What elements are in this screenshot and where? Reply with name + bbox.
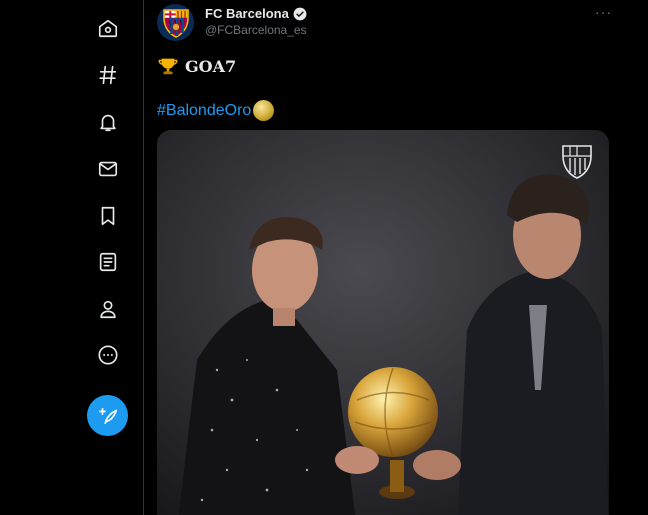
hashtag-link[interactable]: #BalondeOro: [157, 102, 251, 120]
nav-bookmarks-button[interactable]: [86, 194, 130, 238]
tweet-text-line2: #BalondeOro: [157, 100, 275, 121]
ballon-dor-ceremony-photo: [157, 130, 609, 515]
compose-tweet-button[interactable]: [87, 395, 128, 436]
author-name[interactable]: FC Barcelona: [205, 6, 289, 21]
author-row: FC Barcelona: [205, 6, 307, 21]
fcb-crest-icon: [162, 8, 189, 38]
profile-icon: [100, 300, 116, 319]
trophy-icon: [158, 58, 178, 75]
bookmark-icon: [101, 206, 115, 226]
nav-lists-button[interactable]: [86, 240, 130, 284]
tweet-media-image[interactable]: [157, 130, 609, 515]
tweet[interactable]: FC Barcelona @FCBarcelona_es ··· GOA7 #B…: [144, 0, 626, 515]
tweet-text-line1: GOA7: [157, 55, 236, 77]
nav-more-button[interactable]: [86, 333, 130, 377]
sidebar-nav: [0, 0, 143, 515]
hashtag-icon: [99, 65, 117, 85]
nav-notifications-button[interactable]: [86, 100, 130, 144]
author-handle[interactable]: @FCBarcelona_es: [205, 23, 307, 37]
nav-explore-button[interactable]: [86, 53, 130, 97]
tweet-more-button[interactable]: ···: [595, 4, 612, 20]
nav-home-button[interactable]: [86, 6, 130, 50]
home-icon: [98, 19, 118, 38]
mail-icon: [98, 161, 118, 177]
verified-badge-icon: [293, 7, 307, 20]
avatar[interactable]: [157, 4, 194, 41]
compose-tweet-icon: [98, 407, 117, 424]
list-icon: [99, 252, 117, 272]
ballon-dor-icon: [253, 100, 275, 121]
nav-profile-button[interactable]: [86, 287, 130, 331]
bell-icon: [100, 114, 116, 132]
nav-messages-button[interactable]: [86, 147, 130, 191]
tweet-text-goa7: GOA7: [185, 56, 237, 76]
more-circle-icon: [98, 345, 118, 365]
